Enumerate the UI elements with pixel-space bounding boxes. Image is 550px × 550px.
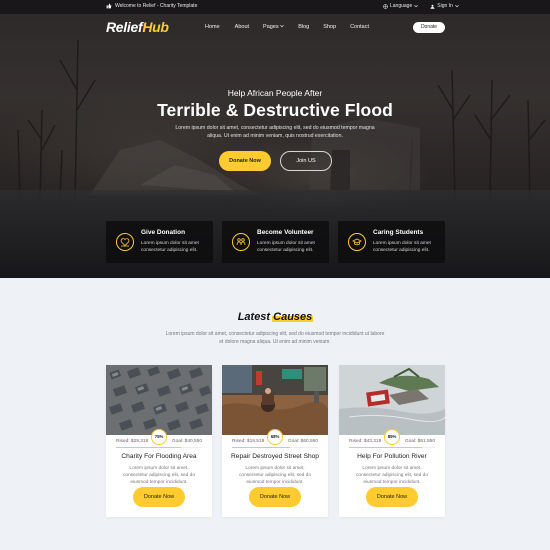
progress-percent-badge: 85% (384, 429, 400, 445)
nav-pages-label: Pages (263, 24, 279, 30)
progress-bar (349, 447, 435, 448)
causes-title-part2: Causes (273, 311, 313, 323)
feature-caring-students[interactable]: Caring Students Lorem ipsum dolor sit am… (338, 221, 445, 263)
welcome-text: Welcome to Relief - Charity Template (115, 3, 198, 9)
causes-section-title: Latest Causes (0, 311, 550, 323)
feature-become-volunteer[interactable]: Become Volunteer Lorem ipsum dolor sit a… (222, 221, 329, 263)
nav-pages[interactable]: Pages (263, 24, 284, 30)
cause-description: Lorem ipsum dolor sit amet, consectetur … (356, 466, 428, 486)
donate-now-button[interactable]: Donate Now (249, 487, 301, 507)
chevron-down-icon (455, 4, 459, 8)
feature-title: Caring Students (373, 229, 424, 236)
goal-amount: Goal: $40,550 (171, 439, 202, 444)
cause-description: Lorem ipsum dolor sit amet, consectetur … (123, 466, 195, 486)
progress-percent-badge: 75% (151, 429, 167, 445)
nav-blog[interactable]: Blog (298, 24, 309, 30)
chevron-down-icon (280, 24, 284, 28)
raised-amount: Rised: $29,318 (116, 439, 149, 444)
sign-in-link[interactable]: Sign In (430, 3, 459, 9)
cause-image-river-debris (339, 365, 445, 435)
cause-title[interactable]: Charity For Flooding Area (106, 453, 212, 460)
user-icon (430, 4, 435, 9)
students-icon (348, 233, 366, 251)
hero-description: Lorem ipsum dolor sit amet, consectetur … (175, 125, 375, 139)
cause-title[interactable]: Help For Pollution River (339, 453, 445, 460)
donate-now-button[interactable]: Donate Now (366, 487, 418, 507)
progress-bar (116, 447, 202, 448)
causes-title-part1: Latest (237, 311, 271, 323)
hero-title: Terrible & Destructive Flood (157, 100, 393, 120)
nav-home[interactable]: Home (205, 24, 220, 30)
cause-title[interactable]: Repair Destroyed Street Shop (222, 453, 328, 460)
cause-description: Lorem ipsum dolor sit amet, consectetur … (239, 466, 311, 486)
nav-about[interactable]: About (235, 24, 249, 30)
volunteer-icon (232, 233, 250, 251)
progress-fill (116, 447, 181, 448)
nav-contact[interactable]: Contact (350, 24, 369, 30)
feature-title: Become Volunteer (257, 229, 314, 236)
logo-part-hub: Hub (142, 19, 169, 35)
cause-card-flooding[interactable]: 75% Rised: $29,318 Goal: $40,550 Charity… (106, 365, 212, 517)
globe-icon (383, 3, 388, 9)
header-donate-button[interactable]: Donate (413, 22, 445, 33)
site-logo[interactable]: ReliefHub (106, 19, 169, 35)
hero-join-button[interactable]: Join US (280, 151, 332, 171)
cause-card-street-shop[interactable]: 68% Rised: $19,518 Goal: $60,550 Repair … (222, 365, 328, 517)
top-bar-actions: Language Sign In (383, 3, 459, 9)
causes-section-description: Lorem ipsum dolor sit amet, consectetur … (165, 331, 385, 345)
goal-amount: Goal: $61,550 (404, 439, 435, 444)
cause-card-pollution-river[interactable]: 85% Rised: $43,318 Goal: $61,550 Help Fo… (339, 365, 445, 517)
top-bar (0, 0, 550, 14)
thumbs-up-icon (106, 3, 112, 9)
hero-banner: Welcome to Relief - Charity Template Lan… (0, 0, 550, 278)
raised-amount: Rised: $43,318 (349, 439, 382, 444)
donation-icon (116, 233, 134, 251)
goal-amount: Goal: $60,550 (287, 439, 318, 444)
feature-give-donation[interactable]: Give Donation Lorem ipsum dolor sit amet… (106, 221, 213, 263)
feature-description: Lorem ipsum dolor sit amet consectetur a… (257, 241, 315, 253)
language-selector[interactable]: Language (383, 3, 419, 9)
progress-percent-badge: 68% (267, 429, 283, 445)
hero-donate-button[interactable]: Donate Now (219, 151, 271, 171)
progress-fill (232, 447, 291, 448)
hero-subtitle: Help African People After (227, 88, 323, 98)
progress-bar (232, 447, 318, 448)
feature-description: Lorem ipsum dolor sit amet consectetur a… (141, 241, 199, 253)
nav-shop[interactable]: Shop (323, 24, 336, 30)
progress-fill (349, 447, 423, 448)
feature-description: Lorem ipsum dolor sit amet consectetur a… (373, 241, 431, 253)
cause-image-flooded-street (222, 365, 328, 435)
main-nav: Home About Pages Blog Shop Contact (205, 24, 369, 30)
logo-part-relief: Relief (106, 19, 143, 35)
language-label: Language (390, 3, 413, 9)
feature-title: Give Donation (141, 229, 186, 236)
chevron-down-icon (414, 4, 419, 8)
causes-title-highlight: Causes (272, 311, 314, 323)
raised-amount: Rised: $19,518 (232, 439, 265, 444)
donate-now-button[interactable]: Donate Now (133, 487, 185, 507)
welcome-message: Welcome to Relief - Charity Template (106, 3, 197, 9)
cause-image-flooded-houses (106, 365, 212, 435)
sign-in-label: Sign In (437, 3, 453, 9)
